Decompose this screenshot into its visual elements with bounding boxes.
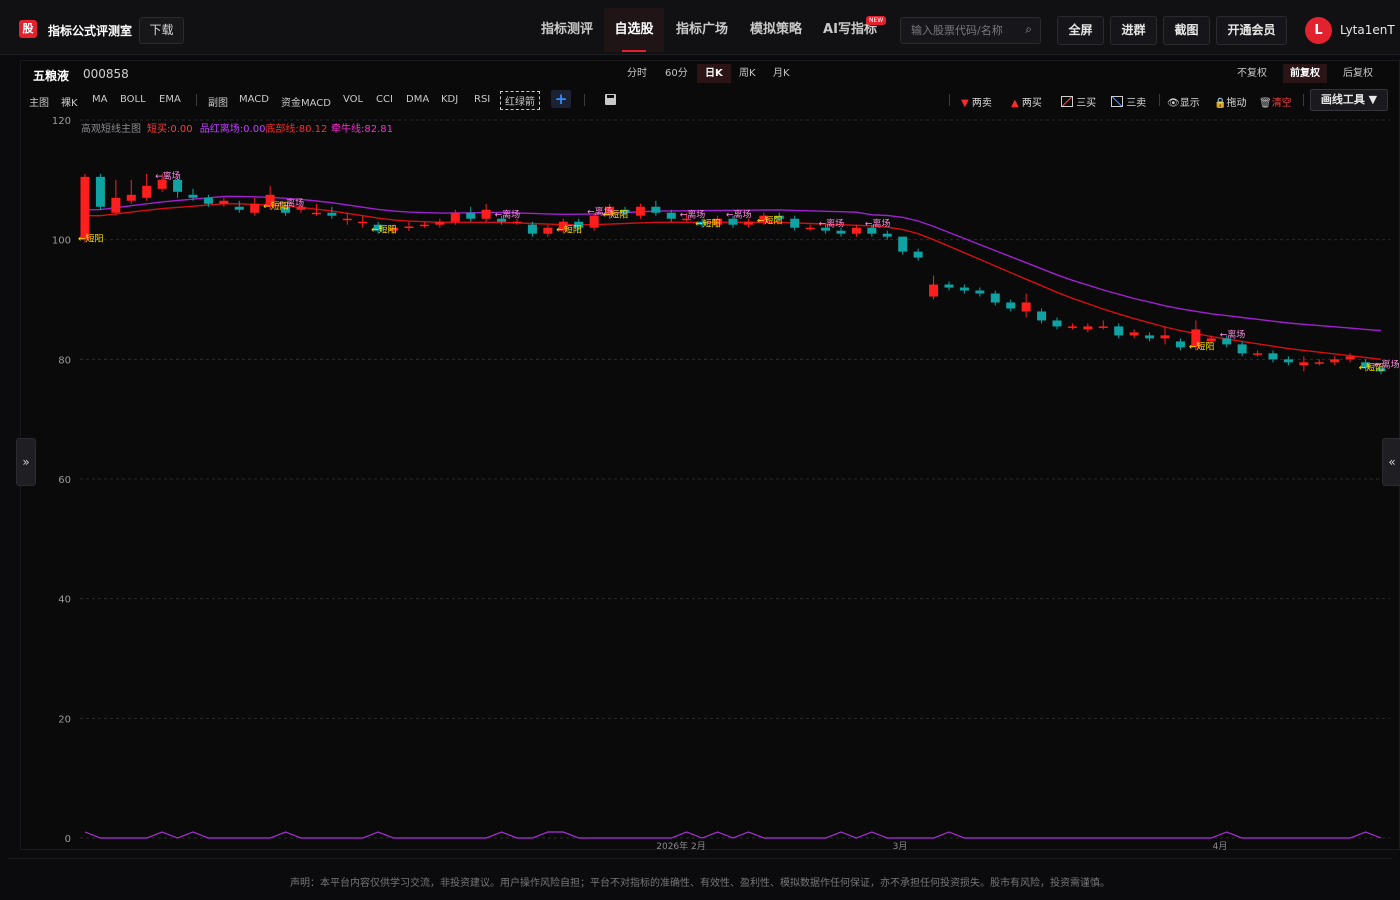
candle-body	[450, 212, 460, 222]
candle-body	[203, 197, 213, 204]
x-tick-label: 4月	[1213, 841, 1228, 852]
oscillator-line	[84, 831, 1382, 839]
candle-body	[466, 212, 476, 219]
legend-name: 高观短线主图	[81, 122, 141, 135]
signal-buy-label: ←短阳	[695, 218, 721, 230]
candle-body	[80, 176, 90, 240]
y-tick-label: 80	[58, 355, 71, 366]
candle-body	[1160, 335, 1170, 339]
y-tick-label: 20	[58, 714, 71, 725]
y-tick-label: 40	[58, 595, 71, 606]
candle-body	[929, 284, 939, 297]
candle-body	[913, 251, 923, 258]
candle-body	[512, 221, 522, 224]
candle-body	[358, 221, 368, 224]
candle-body	[111, 197, 121, 213]
candle-body	[1129, 332, 1139, 336]
candle-body	[543, 227, 553, 234]
candle-body	[990, 293, 1000, 303]
candle-body	[805, 227, 815, 230]
disclaimer-text: 声明：本平台内容仅供学习交流，非投资建议。用户操作风险自担；平台不对指标的准确性…	[290, 878, 1110, 889]
candle-body	[1253, 353, 1263, 355]
candle-body	[1206, 338, 1216, 342]
candle-body	[342, 218, 352, 221]
candle-body	[1145, 335, 1155, 339]
collapse-right-button[interactable]: «	[1382, 438, 1400, 486]
candle-body	[898, 236, 908, 252]
candle-body	[836, 230, 846, 234]
candle-body	[1175, 341, 1185, 348]
candle-body	[1114, 326, 1124, 336]
candlestick-chart[interactable]: 0 20 40 60 80 100 120 2026年 2月 3月 4月 高观短线主图 短买:0.00…	[0, 0, 1400, 860]
legend-item: 牵牛线:82.81	[331, 122, 393, 135]
candle-body	[1021, 302, 1031, 312]
signal-buy-label: ←短阳	[371, 224, 397, 236]
candle-body	[1006, 302, 1016, 309]
candle-body	[435, 221, 445, 225]
candle-body	[404, 226, 414, 229]
signal-exit-label: ←离场	[495, 209, 521, 221]
y-tick-label: 120	[52, 116, 71, 127]
candle-body	[944, 284, 954, 288]
candle-body	[1268, 353, 1278, 360]
candle-body	[1237, 344, 1247, 354]
signal-exit-label: ←离场	[726, 209, 752, 221]
candle-body	[188, 194, 198, 198]
signal-buy-label: ←短阳	[78, 233, 104, 245]
candle-body	[126, 194, 136, 201]
candle-body	[1299, 362, 1309, 366]
signal-buy-label: ←短阳	[603, 209, 629, 221]
candle-body	[95, 176, 105, 207]
signal-exit-label: ←离场	[819, 218, 845, 230]
candle-body	[851, 227, 861, 234]
signal-exit-label: ←离场	[155, 170, 181, 182]
signal-buy-label: ←短阳	[757, 215, 783, 227]
y-tick-label: 0	[65, 834, 71, 845]
candle-body	[527, 224, 537, 234]
candle-body	[419, 224, 429, 227]
candle-body	[481, 209, 491, 219]
candle-body	[1314, 362, 1324, 364]
legend-item: 品红离场:0.00	[200, 122, 266, 135]
candle-body	[1345, 356, 1355, 360]
y-tick-label: 60	[58, 475, 71, 486]
signal-exit-label: ←离场	[1374, 358, 1400, 370]
candle-body	[882, 233, 892, 237]
candle-body	[234, 206, 244, 210]
candle-body	[790, 218, 800, 228]
candle-body	[1083, 326, 1093, 330]
signal-buy-label: ←短阳	[556, 224, 582, 236]
candle-body	[1098, 326, 1108, 328]
candle-body	[975, 290, 985, 294]
candle-body	[250, 203, 260, 213]
footer-divider	[8, 858, 1392, 859]
candle-body	[1037, 311, 1047, 321]
candle-body	[651, 206, 661, 213]
legend-item: 短买:0.00	[147, 122, 193, 135]
candle-body	[666, 212, 676, 219]
candle-body	[1283, 359, 1293, 363]
x-tick-label: 3月	[893, 841, 908, 852]
candle-body	[311, 212, 321, 215]
x-tick-label: 2026年 2月	[656, 840, 706, 852]
candle-body	[219, 200, 229, 204]
legend-item: 底部线:80.12	[265, 122, 327, 135]
signal-buy-label: ←短阳	[1189, 340, 1215, 352]
expand-left-button[interactable]: »	[16, 438, 36, 486]
signal-exit-label: ←离场	[865, 218, 891, 230]
candle-body	[142, 185, 152, 198]
signal-exit-label: ←离场	[279, 197, 305, 209]
candle-body	[327, 212, 337, 216]
candle-body	[1067, 326, 1077, 328]
y-tick-label: 100	[52, 236, 71, 247]
candle-body	[959, 287, 969, 291]
candle-body	[1330, 359, 1340, 363]
candle-body	[743, 221, 753, 225]
candle-body	[635, 206, 645, 216]
signal-exit-label: ←离场	[1220, 328, 1246, 340]
candle-body	[1052, 320, 1062, 327]
